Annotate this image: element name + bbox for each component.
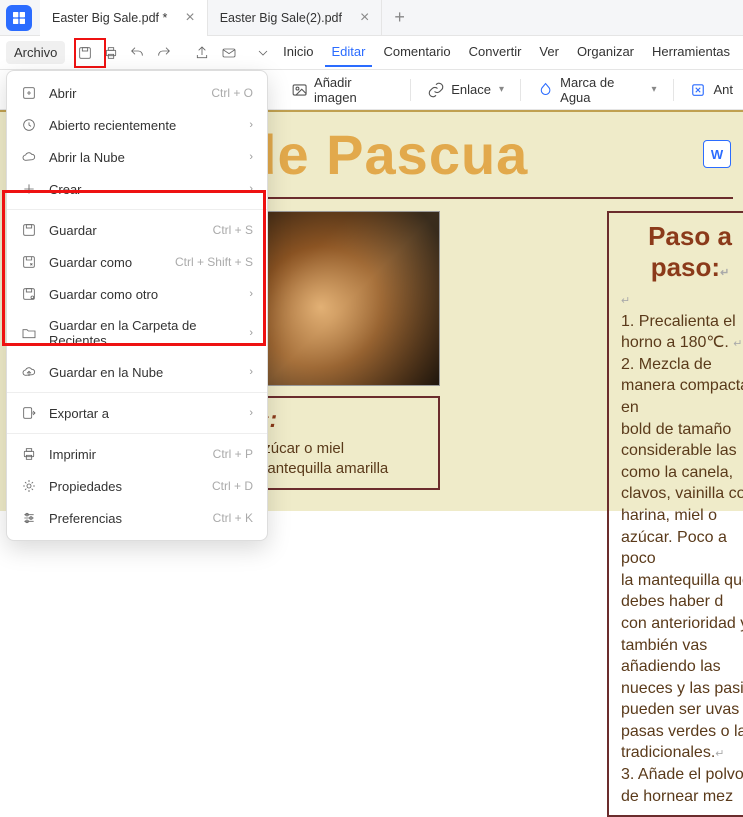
chevron-right-icon: › [249,288,253,300]
chevron-right-icon: › [249,366,253,378]
close-icon[interactable]: × [360,9,369,27]
save-other-icon [21,286,37,302]
close-icon[interactable]: × [185,9,194,27]
menu-item-abierto-rec[interactable]: Abierto recientemente › [7,109,267,141]
menu-item-imprimir[interactable]: Imprimir Ctrl + P [7,438,267,470]
tab-editar[interactable]: Editar [325,38,373,67]
plus-square-icon [21,85,37,101]
tab-title: Easter Big Sale.pdf * [52,11,167,25]
save-as-icon [21,254,37,270]
tab-organizar[interactable]: Organizar [570,38,641,67]
menu-separator [7,392,267,393]
separator [520,79,521,101]
chevron-right-icon: › [249,119,253,131]
gear-icon [21,478,37,494]
watermark-label: Marca de Agua [560,75,643,105]
step-line: 1. Precalienta el horno a 180℃. ↵ [621,311,743,354]
tab-herramientas[interactable]: Herramientas [645,38,737,67]
tab-title: Easter Big Sale(2).pdf [220,11,342,25]
step-line: con anterioridad y también vas [621,613,743,656]
file-menu-dropdown: Abrir Ctrl + O Abierto recientemente › A… [6,70,268,541]
highlight-box-save [74,38,106,68]
ribbon-tabs: Inicio Editar Comentario Convertir Ver O… [276,38,737,67]
tab-comentario[interactable]: Comentario [376,38,457,67]
menu-separator [7,209,267,210]
separator [673,79,674,101]
word-export-badge[interactable]: W [703,140,731,168]
share-icon[interactable] [191,40,213,66]
ant-button[interactable]: Ant [689,81,733,99]
chevron-down-icon: ▾ [651,84,656,95]
step-line: añadiendo las nueces y las pasita [621,656,743,699]
add-tab-button[interactable]: + [382,7,417,28]
print-icon [21,446,37,462]
dropdown-toggle-icon[interactable] [252,40,274,66]
steps-box: Paso a paso:↵ ↵ 1. Precalienta el horno … [607,211,743,817]
undo-icon[interactable] [126,40,148,66]
menu-item-guardar-carpeta[interactable]: Guardar en la Carpeta de Recientes › [7,310,267,356]
menu-item-guardar[interactable]: Guardar Ctrl + S [7,214,267,246]
tab-0[interactable]: Easter Big Sale.pdf * × [40,0,208,36]
save-icon [21,222,37,238]
step-line: 3. Añade el polvo de hornear mez [621,764,743,807]
add-image-label: Añadir imagen [314,75,394,105]
step-line: harina, miel o azúcar. Poco a poco [621,505,743,570]
mail-icon[interactable] [217,40,239,66]
menu-item-exportar[interactable]: Exportar a › [7,397,267,429]
menu-item-guardar-como[interactable]: Guardar como Ctrl + Shift + S [7,246,267,278]
export-icon [21,405,37,421]
step-line: la mantequilla que debes haber d [621,570,743,613]
redo-icon[interactable] [153,40,175,66]
step-line: 2. Mezcla de manera compacta en [621,354,743,419]
cloud-upload-icon [21,364,37,380]
steps-title: Paso a paso:↵ [621,221,743,283]
chevron-right-icon: › [249,327,253,339]
step-line: pueden ser uvas pasas verdes o la [621,699,743,742]
chevron-right-icon: › [249,151,253,163]
tab-convertir[interactable]: Convertir [462,38,529,67]
ant-label: Ant [713,82,733,97]
chevron-down-icon: ▾ [499,84,504,95]
menu-item-abrir-nube[interactable]: Abrir la Nube › [7,141,267,173]
step-line: como la canela, clavos, vainilla co [621,462,743,505]
menu-item-propiedades[interactable]: Propiedades Ctrl + D [7,470,267,502]
menu-item-preferencias[interactable]: Preferencias Ctrl + K [7,502,267,534]
chevron-right-icon: › [249,407,253,419]
app-logo [6,5,32,31]
menu-item-crear[interactable]: Crear › [7,173,267,205]
menu-item-guardar-como-otro[interactable]: Guardar como otro › [7,278,267,310]
menu-item-abrir[interactable]: Abrir Ctrl + O [7,77,267,109]
tabs-bar: Easter Big Sale.pdf * × Easter Big Sale(… [0,0,743,36]
tab-ver[interactable]: Ver [532,38,566,67]
step-line: tradicionales.↵ [621,742,743,764]
menu-item-guardar-nube[interactable]: Guardar en la Nube › [7,356,267,388]
folder-icon [21,325,37,341]
watermark-button[interactable]: Marca de Agua ▾ [537,75,657,105]
add-image-button[interactable]: Añadir imagen [291,75,395,105]
menu-separator [7,433,267,434]
tab-inicio[interactable]: Inicio [276,38,320,67]
step-line: bold de tamaño considerable las [621,419,743,462]
quick-toolbar: Archivo Inicio Editar Comentario Convert… [0,36,743,70]
chevron-right-icon: › [249,183,253,195]
file-menu-button[interactable]: Archivo [6,41,65,64]
plus-icon [21,181,37,197]
link-label: Enlace [451,82,491,97]
cloud-icon [21,149,37,165]
clock-icon [21,117,37,133]
tab-1[interactable]: Easter Big Sale(2).pdf × [208,0,383,36]
link-button[interactable]: Enlace ▾ [427,81,504,99]
separator [410,79,411,101]
sliders-icon [21,510,37,526]
